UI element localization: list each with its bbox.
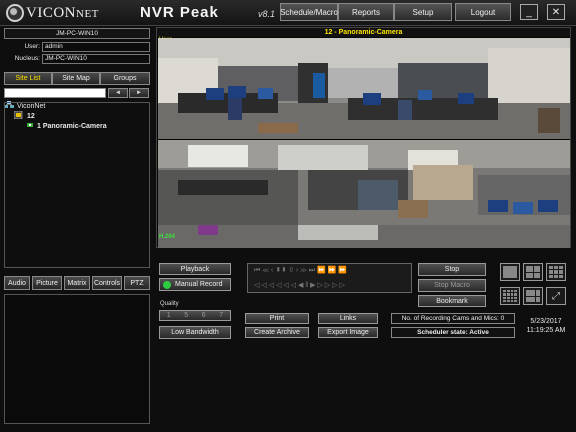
app-title: NVR Peak xyxy=(140,4,219,21)
transport-row1-icons[interactable]: ⏮ ≪ ‹ ▮▮ ▯ › ≫ ⏭ ⏩ ⏩ ⏩ xyxy=(254,266,347,275)
top-bar: VICONNET NVR Peak v8.1 Schedule/Macro Re… xyxy=(0,0,576,26)
playback-button[interactable]: Playback xyxy=(159,263,231,275)
search-next-button[interactable]: ► xyxy=(129,88,149,98)
manual-record-button[interactable]: Manual Record xyxy=(159,278,231,291)
nucleus-label: Nucleus: xyxy=(14,55,40,62)
user-label: User: xyxy=(24,43,40,50)
date-time: 5/23/2017 11:19:25 AM xyxy=(520,317,572,335)
tab-ptz[interactable]: PTZ xyxy=(124,276,150,290)
tab-audio[interactable]: Audio xyxy=(4,276,30,290)
close-button[interactable]: ✕ xyxy=(547,4,565,20)
tree-container xyxy=(4,102,150,268)
logout-button[interactable]: Logout xyxy=(455,3,511,21)
nucleus-value: JM-PC-WIN10 xyxy=(42,54,150,64)
setup-button[interactable]: Setup xyxy=(394,3,452,21)
links-button[interactable]: Links xyxy=(318,313,378,324)
export-image-button[interactable]: Export Image xyxy=(318,327,378,338)
layout-custom-button[interactable] xyxy=(523,287,543,305)
playback-transport: ⏮ ≪ ‹ ▮▮ ▯ › ≫ ⏭ ⏩ ⏩ ⏩ ◁ ◁ ◁ ◁ ◁ ◁ ◀ ‖ ▶… xyxy=(247,263,412,293)
grid-1x1-icon xyxy=(503,266,517,278)
tab-picture[interactable]: Picture xyxy=(32,276,62,290)
vicon-logo: VICONNET xyxy=(6,3,99,23)
left-panel: JM-PC-WIN10 User: admin Nucleus: JM-PC-W… xyxy=(2,28,152,428)
panorama-upper-image xyxy=(158,38,570,139)
schedule-macro-button[interactable]: Schedule/Macro xyxy=(280,3,338,21)
current-date: 5/23/2017 xyxy=(530,318,562,325)
computer-name: JM-PC-WIN10 xyxy=(4,28,150,39)
user-value: admin xyxy=(42,42,150,52)
tab-site-map[interactable]: Site Map xyxy=(52,72,100,85)
low-bandwidth-button[interactable]: Low Bandwidth xyxy=(159,326,231,339)
grid-4x4-icon xyxy=(503,290,517,302)
transport-row2-icons[interactable]: ◁ ◁ ◁ ◁ ◁ ◁ ◀ ‖ ▶ ▷ ▷ ▷ ▷ xyxy=(254,281,345,289)
logo-main: VICON xyxy=(26,4,76,21)
layout-2x2-button[interactable] xyxy=(523,263,543,281)
search-input[interactable] xyxy=(4,88,106,98)
nucleus-row: Nucleus: JM-PC-WIN10 xyxy=(4,54,150,64)
quality-1[interactable]: 1 xyxy=(167,312,171,319)
layout-3x3-button[interactable] xyxy=(546,263,566,281)
record-dot-icon xyxy=(163,280,171,289)
grid-2x2-icon xyxy=(526,266,540,278)
panel-tab-content xyxy=(4,294,150,424)
tab-controls[interactable]: Controls xyxy=(92,276,122,290)
recording-count: No. of Recording Cams and Mics: 0 xyxy=(391,313,515,324)
create-archive-button[interactable]: Create Archive xyxy=(245,327,309,338)
camera-title: 12 - Panoramic-Camera xyxy=(157,28,570,37)
layout-1x1-button[interactable] xyxy=(500,263,520,281)
quality-5[interactable]: 5 xyxy=(184,312,188,319)
grid-custom-icon xyxy=(526,290,540,302)
panorama-lower-image xyxy=(158,140,570,248)
scheduler-state: Scheduler state: Active xyxy=(391,327,515,338)
minimize-button[interactable]: _ xyxy=(520,4,538,20)
manual-record-label: Manual Record xyxy=(175,281,223,288)
tab-site-list[interactable]: Site List xyxy=(4,72,52,85)
fullscreen-button[interactable]: ⤢ xyxy=(546,287,566,305)
logo-eye-icon xyxy=(6,4,24,22)
tab-matrix[interactable]: Matrix xyxy=(64,276,90,290)
logo-suffix: NET xyxy=(76,7,99,20)
current-time: 11:19:25 AM xyxy=(526,327,566,334)
user-row: User: admin xyxy=(4,42,150,52)
stop-macro-button[interactable]: Stop Macro xyxy=(418,279,486,292)
quality-label: Quality xyxy=(160,301,179,307)
overlay-codec-tag: H.264 xyxy=(159,234,176,240)
quality-7[interactable]: 7 xyxy=(219,312,223,319)
grid-3x3-icon xyxy=(549,266,563,278)
search-prev-button[interactable]: ◄ xyxy=(108,88,128,98)
reports-button[interactable]: Reports xyxy=(338,3,394,21)
stop-button[interactable]: Stop xyxy=(418,263,486,276)
print-button[interactable]: Print xyxy=(245,313,309,324)
quality-selector[interactable]: 1 5 6 7 xyxy=(159,310,231,321)
bookmark-button[interactable]: Bookmark xyxy=(418,295,486,307)
video-viewport[interactable]: 12 - Panoramic-Camera User xyxy=(156,27,571,248)
fullscreen-icon: ⤢ xyxy=(552,290,560,302)
quality-6[interactable]: 6 xyxy=(202,312,206,319)
version-label: v8.1 xyxy=(258,9,276,19)
layout-4x4-button[interactable] xyxy=(500,287,520,305)
tab-groups[interactable]: Groups xyxy=(100,72,150,85)
